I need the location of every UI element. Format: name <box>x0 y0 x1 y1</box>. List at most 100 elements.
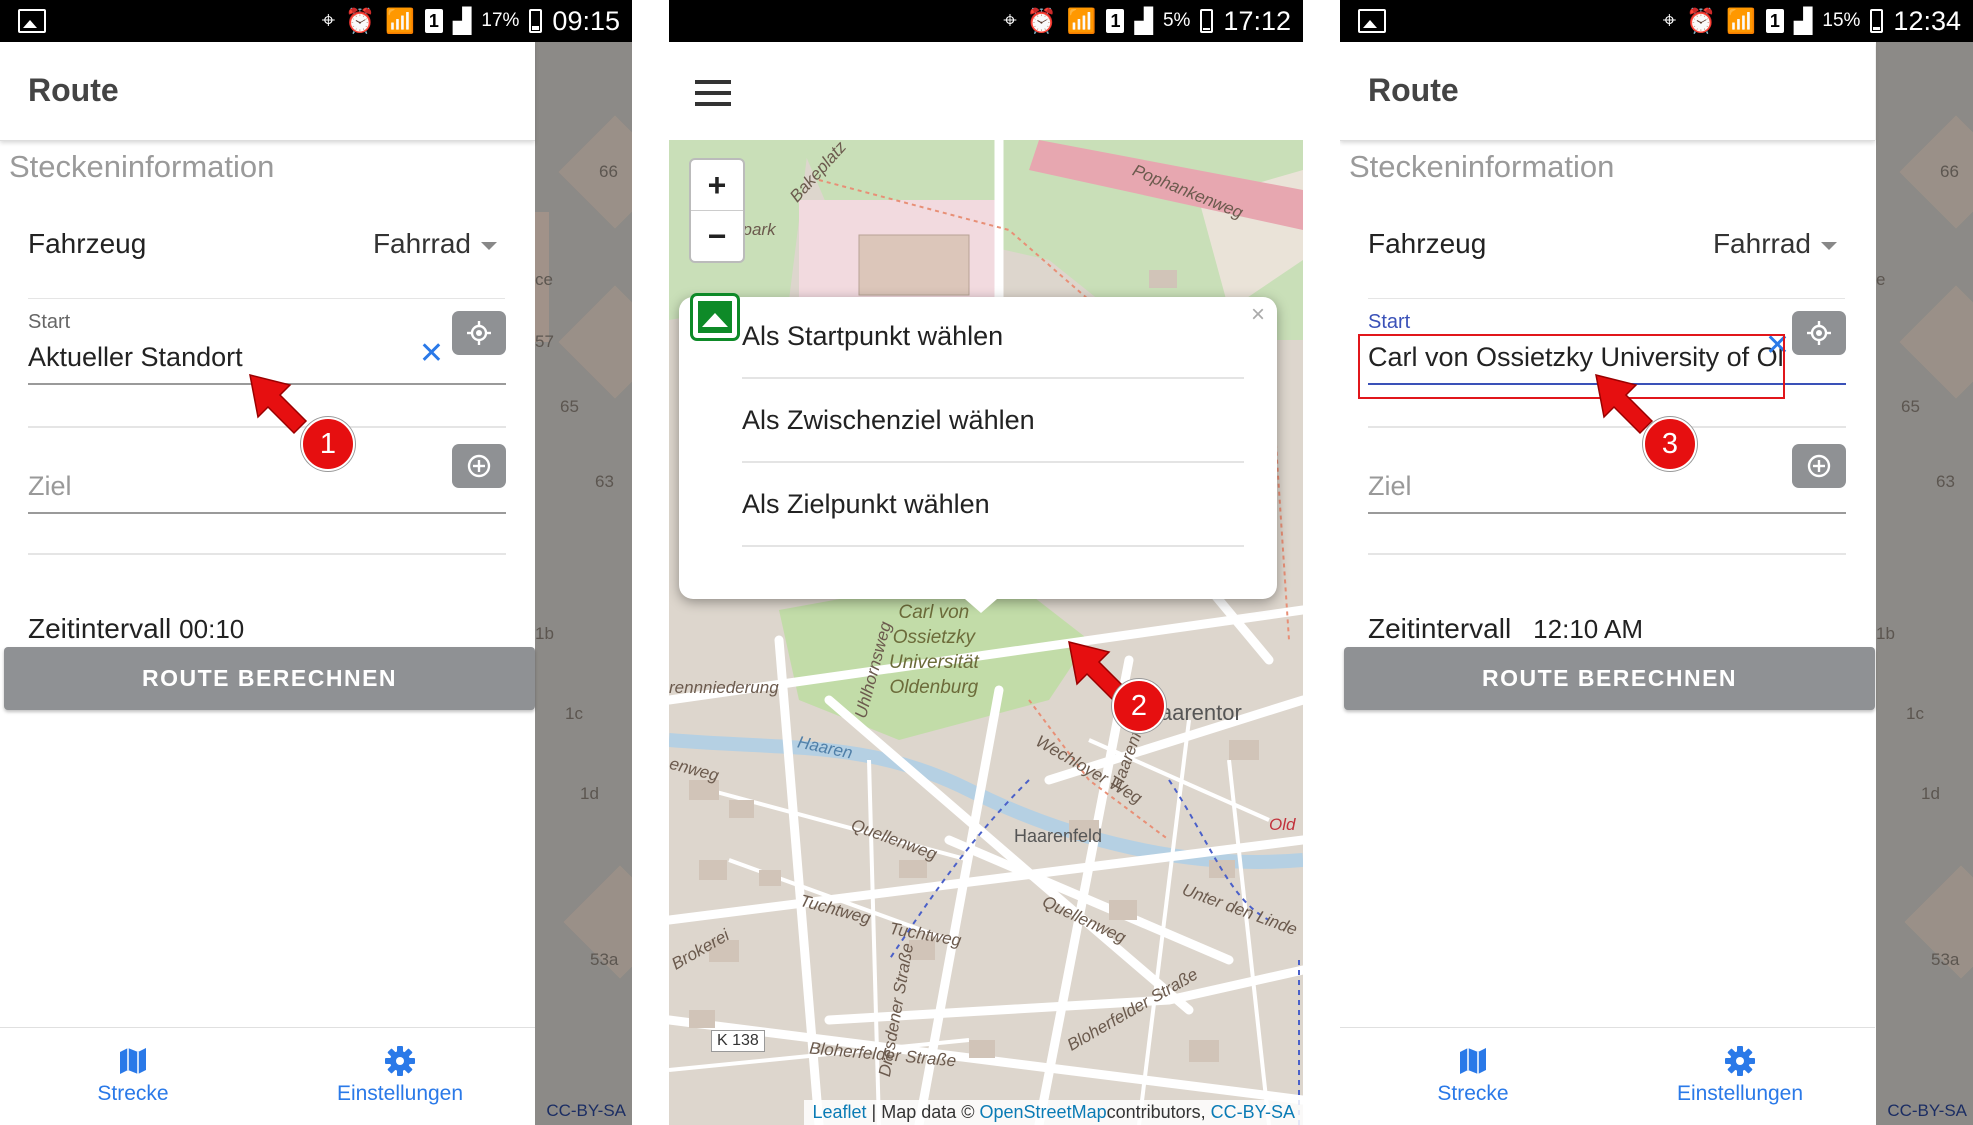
goal-field[interactable]: Ziel <box>1368 444 1846 514</box>
leaflet-link[interactable]: Leaflet <box>812 1102 866 1122</box>
map-number: 1b <box>535 624 554 643</box>
nav-route-label: Strecke <box>1437 1082 1509 1105</box>
menu-item-set-waypoint[interactable]: Als Zwischenziel wählen <box>742 381 1244 463</box>
map-number: 53a <box>590 950 619 969</box>
interval-row[interactable]: Zeitintervall 12:10 AM <box>1368 613 1845 645</box>
add-waypoint-button[interactable] <box>452 444 506 488</box>
page-title: Route <box>28 72 119 108</box>
menu-icon[interactable] <box>695 80 731 113</box>
add-circle-icon <box>1807 454 1831 478</box>
annotation-badge: 1 <box>301 417 355 471</box>
battery-icon <box>1200 9 1214 33</box>
map-number: 1c <box>1906 704 1924 723</box>
calculate-route-button[interactable]: ROUTE BERECHNEN <box>1344 647 1875 710</box>
vehicle-select-value: Fahrrad <box>1712 228 1811 259</box>
goal-input[interactable]: Ziel <box>28 471 72 502</box>
annotation-highlight <box>1358 334 1785 399</box>
license-link[interactable]: CC-BY-SA <box>1211 1102 1295 1122</box>
map-icon <box>1460 1048 1486 1074</box>
vehicle-select[interactable]: Fahrrad <box>373 228 497 260</box>
road-shield: K 138 <box>711 1030 765 1052</box>
crosshair-icon <box>1807 321 1831 345</box>
gear-icon <box>385 1046 415 1076</box>
nav-route[interactable]: Strecke <box>48 1046 218 1106</box>
status-bar: ⌖ ⏰ 📶 1 ▟ 17% 09:15 <box>0 0 632 42</box>
location-icon: ⌖ <box>1662 7 1677 34</box>
zoom-in-button[interactable]: + <box>691 160 743 211</box>
menu-item-set-start[interactable]: Als Startpunkt wählen <box>742 297 1244 379</box>
clock: 09:15 <box>552 5 620 36</box>
section-title: Steckeninformation <box>9 149 275 184</box>
map-view[interactable]: Pophankenweg Bakeplatz spark Carl von Os… <box>669 140 1303 1125</box>
app-header: Route <box>1340 42 1875 141</box>
clock: 12:34 <box>1893 5 1961 36</box>
crosshair-icon <box>467 321 491 345</box>
alarm-icon: ⏰ <box>1686 7 1717 35</box>
sim-icon: 1 <box>424 9 443 33</box>
start-input[interactable]: Aktueller Standort <box>28 342 438 373</box>
map-icon <box>120 1048 146 1074</box>
gallery-notification-icon <box>1358 9 1386 33</box>
alarm-icon: ⏰ <box>345 7 376 35</box>
vehicle-row: Fahrzeug Fahrrad <box>28 228 505 299</box>
status-bar: ⌖ ⏰ 📶 1 ▟ 5% 17:12 <box>669 0 1303 42</box>
map-label-line: Ossietzky <box>892 627 976 648</box>
map-number: 65 <box>560 397 579 416</box>
interval-label: Zeitintervall <box>28 613 172 644</box>
screen-route-form-2: ⌖ ⏰ 📶 1 ▟ 15% 12:34 66 e 65 63 1b 1c 1d … <box>1340 0 1973 1125</box>
section-title: Steckeninformation <box>1349 149 1615 184</box>
nav-settings-label: Einstellungen <box>336 1082 464 1105</box>
map-number: 65 <box>1901 397 1920 416</box>
dropdown-caret-icon <box>481 241 497 250</box>
interval-value[interactable]: 12:10 AM <box>1533 614 1643 644</box>
context-popup: × Als Startpunkt wählen Als Zwischenziel… <box>679 297 1277 613</box>
annotation-badge: 2 <box>1112 679 1166 733</box>
battery-percent: 15% <box>1822 10 1861 31</box>
add-circle-icon <box>467 454 491 478</box>
locate-button[interactable] <box>1792 311 1846 355</box>
bottom-navigation: Strecke Einstellungen <box>0 1027 535 1125</box>
locate-button[interactable] <box>452 311 506 355</box>
clear-icon[interactable]: ✕ <box>419 339 444 369</box>
map-number: 1d <box>1921 784 1940 803</box>
interval-value[interactable]: 00:10 <box>179 614 244 644</box>
route-form: Route Steckeninformation Fahrzeug Fahrra… <box>0 42 535 1125</box>
app-header: Route <box>0 42 535 141</box>
page-title: Route <box>1368 72 1459 108</box>
map-number: 66 <box>599 162 618 181</box>
goal-field[interactable]: Ziel <box>28 444 506 514</box>
calculate-route-button[interactable]: ROUTE BERECHNEN <box>4 647 535 710</box>
app-header <box>669 42 1303 140</box>
clock: 17:12 <box>1223 5 1291 36</box>
image-icon[interactable] <box>690 293 740 341</box>
vehicle-label: Fahrzeug <box>28 228 147 259</box>
sim-icon: 1 <box>1765 9 1784 33</box>
map-label: Old <box>1269 815 1296 834</box>
nav-settings[interactable]: Einstellungen <box>315 1046 485 1106</box>
map-attribution: Leaflet | Map data © OpenStreetMapcontri… <box>804 1100 1303 1125</box>
wifi-icon: 📶 <box>1726 7 1756 35</box>
vehicle-select-value: Fahrrad <box>372 228 471 259</box>
map-number: 53a <box>1931 950 1960 969</box>
attribution-text: | Map data © <box>866 1102 980 1122</box>
background-map: 66 e 65 63 1b 1c 1d 53a <box>1876 42 1973 1125</box>
close-icon[interactable]: × <box>1251 301 1265 329</box>
zoom-control: + − <box>689 158 745 263</box>
zoom-out-button[interactable]: − <box>691 211 743 261</box>
add-waypoint-button[interactable] <box>1792 444 1846 488</box>
vehicle-select[interactable]: Fahrrad <box>1713 228 1837 260</box>
nav-route[interactable]: Strecke <box>1388 1046 1558 1106</box>
menu-item-set-destination[interactable]: Als Zielpunkt wählen <box>742 465 1244 547</box>
interval-row[interactable]: Zeitintervall 00:10 <box>28 613 505 645</box>
signal-icon: ▟ <box>452 7 472 35</box>
attribution-text: contributors, <box>1106 1102 1211 1122</box>
screen-map: ⌖ ⏰ 📶 1 ▟ 5% 17:12 Pophankenweg Bakeplat… <box>669 0 1303 1125</box>
nav-settings-label: Einstellungen <box>1676 1082 1804 1105</box>
background-map: 66 ce 57 65 63 1b 1c 1d 53a <box>535 42 632 1125</box>
goal-input[interactable]: Ziel <box>1368 471 1412 502</box>
wifi-icon: 📶 <box>385 7 415 35</box>
divider <box>1368 553 1846 555</box>
annotation-arrow-icon <box>1595 373 1654 435</box>
osm-link[interactable]: OpenStreetMap <box>980 1102 1107 1122</box>
nav-settings[interactable]: Einstellungen <box>1655 1046 1825 1106</box>
